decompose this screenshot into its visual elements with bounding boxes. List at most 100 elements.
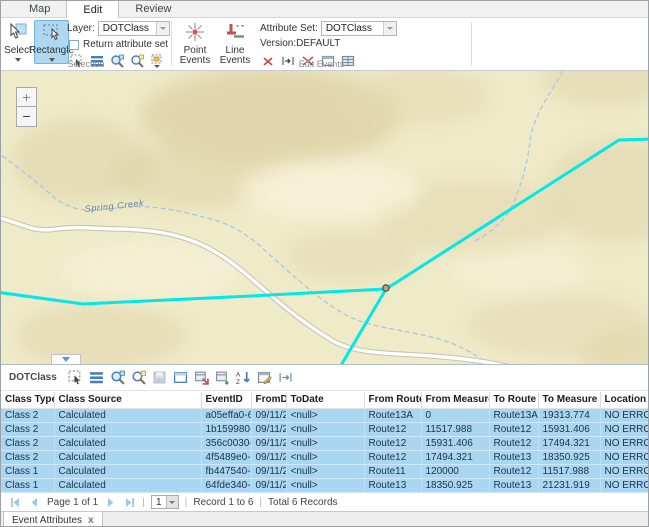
table-cell[interactable]: 0 bbox=[421, 408, 489, 422]
table-cell[interactable]: Route12 bbox=[364, 422, 421, 436]
attribute-set-combobox[interactable]: DOTClass bbox=[321, 21, 397, 36]
table-cell[interactable]: Route12 bbox=[489, 436, 538, 450]
next-page-button[interactable] bbox=[104, 496, 117, 509]
table-cell[interactable]: <null> bbox=[286, 436, 364, 450]
table-cell[interactable]: <null> bbox=[286, 478, 364, 492]
table-cell[interactable]: NO ERROR bbox=[600, 450, 649, 464]
edit-attributes-icon[interactable] bbox=[257, 370, 273, 386]
panel-collapse-tab[interactable] bbox=[51, 354, 81, 364]
tab-review[interactable]: Review bbox=[119, 0, 187, 17]
table-cell[interactable]: 4f5489e0-62f8-11e5-8bc6-ee32641d5ec9 bbox=[201, 450, 251, 464]
column-header[interactable]: To Route Name bbox=[489, 392, 538, 408]
layer-combobox[interactable]: DOTClass bbox=[98, 21, 170, 36]
tab-edit[interactable]: Edit bbox=[66, 0, 119, 18]
point-events-button[interactable]: Point Events bbox=[176, 20, 214, 64]
table-cell[interactable]: Route12 bbox=[489, 464, 538, 478]
table-cell[interactable]: <null> bbox=[286, 464, 364, 478]
column-header[interactable]: ToDate bbox=[286, 392, 364, 408]
attribute-set-combo-arrow-icon[interactable] bbox=[383, 22, 396, 35]
pan-to-selection-icon[interactable] bbox=[131, 370, 147, 386]
tab-event-attributes[interactable]: Event Attributes x bbox=[3, 512, 103, 527]
column-header[interactable]: Location Error bbox=[600, 392, 649, 408]
table-cell[interactable]: Calculated bbox=[54, 450, 201, 464]
table-cell[interactable]: NO ERROR bbox=[600, 422, 649, 436]
table-cell[interactable]: Route12 bbox=[364, 436, 421, 450]
table-cell[interactable]: Route12 bbox=[489, 422, 538, 436]
select-button[interactable]: Select bbox=[3, 20, 33, 64]
table-cell[interactable]: 120000 bbox=[421, 464, 489, 478]
open-table-icon[interactable] bbox=[173, 370, 189, 386]
delete-record-icon[interactable] bbox=[194, 370, 210, 386]
table-row[interactable]: Class 2 Calculated 4f5489e0-62f8-11e5-8b… bbox=[1, 450, 649, 464]
table-cell[interactable]: Class 1 bbox=[1, 464, 54, 478]
table-cell[interactable]: Class 2 bbox=[1, 436, 54, 450]
table-cell[interactable]: fb447540-62f7-11e5-8bc6-ee32641d5ec9 bbox=[201, 464, 251, 478]
select-features-icon[interactable] bbox=[68, 370, 84, 386]
table-cell[interactable]: Route13A bbox=[489, 408, 538, 422]
line-events-button[interactable]: Line Events bbox=[216, 20, 254, 64]
table-row[interactable]: Class 1 Calculated fb447540-62f7-11e5-8b… bbox=[1, 464, 649, 478]
table-cell[interactable]: NO ERROR bbox=[600, 436, 649, 450]
table-cell[interactable]: Route13 bbox=[364, 478, 421, 492]
table-cell[interactable]: 19313.774 bbox=[538, 408, 600, 422]
table-cell[interactable]: Class 2 bbox=[1, 422, 54, 436]
page-selector-arrow-icon[interactable] bbox=[166, 496, 178, 508]
table-cell[interactable]: Route13A bbox=[364, 408, 421, 422]
return-attribute-set-checkbox[interactable] bbox=[69, 40, 79, 50]
table-row[interactable]: Class 2 Calculated 356c0030-62f8-11e5-8b… bbox=[1, 436, 649, 450]
zoom-to-selection-icon[interactable] bbox=[110, 370, 126, 386]
table-cell[interactable]: Calculated bbox=[54, 436, 201, 450]
table-row[interactable]: Class 2 Calculated 1b159980-62f8-11e5-8b… bbox=[1, 422, 649, 436]
table-cell[interactable]: 09/11/2015 bbox=[251, 464, 286, 478]
table-cell[interactable]: Route13 bbox=[489, 450, 538, 464]
column-header[interactable]: From Measure bbox=[421, 392, 489, 408]
previous-page-button[interactable] bbox=[28, 496, 41, 509]
table-cell[interactable]: 15931.406 bbox=[538, 422, 600, 436]
table-cell[interactable]: 64fde340-62f8-11e5-8bc6-ee32641d5ec9 bbox=[201, 478, 251, 492]
table-cell[interactable]: 21231.919 bbox=[538, 478, 600, 492]
column-header[interactable]: Class Source bbox=[54, 392, 201, 408]
table-cell[interactable]: Calculated bbox=[54, 408, 201, 422]
layer-combo-arrow-icon[interactable] bbox=[156, 22, 169, 35]
add-record-icon[interactable] bbox=[215, 370, 231, 386]
column-header[interactable]: Class Type bbox=[1, 392, 54, 408]
table-cell[interactable]: Calculated bbox=[54, 478, 201, 492]
tab-map[interactable]: Map bbox=[13, 0, 66, 17]
table-cell[interactable]: NO ERROR bbox=[600, 464, 649, 478]
table-cell[interactable]: 09/11/2015 bbox=[251, 450, 286, 464]
table-row[interactable]: Class 2 Calculated a05effa0-62f8-11e5-8b… bbox=[1, 408, 649, 422]
save-icon[interactable] bbox=[152, 370, 168, 386]
table-cell[interactable]: 09/11/2015 bbox=[251, 478, 286, 492]
table-cell[interactable]: Route11 bbox=[364, 464, 421, 478]
table-cell[interactable]: 18350.925 bbox=[538, 450, 600, 464]
table-cell[interactable]: Class 2 bbox=[1, 408, 54, 422]
table-row[interactable]: Class 1 Calculated 64fde340-62f8-11e5-8b… bbox=[1, 478, 649, 492]
table-cell[interactable]: 09/11/2015 bbox=[251, 408, 286, 422]
table-cell[interactable]: Route13 bbox=[489, 478, 538, 492]
column-header[interactable]: To Measure bbox=[538, 392, 600, 408]
table-cell[interactable]: 11517.988 bbox=[421, 422, 489, 436]
table-cell[interactable]: Calculated bbox=[54, 464, 201, 478]
table-cell[interactable]: Calculated bbox=[54, 422, 201, 436]
table-cell[interactable]: 17494.321 bbox=[421, 450, 489, 464]
first-page-button[interactable] bbox=[9, 496, 22, 509]
table-cell[interactable]: 356c0030-62f8-11e5-8bc6-ee32641d5ec9 bbox=[201, 436, 251, 450]
rectangle-button[interactable]: Rectangle bbox=[34, 20, 69, 64]
table-cell[interactable]: NO ERROR bbox=[600, 408, 649, 422]
column-header[interactable]: FromDate bbox=[251, 392, 286, 408]
table-cell[interactable]: <null> bbox=[286, 408, 364, 422]
table-cell[interactable]: NO ERROR bbox=[600, 478, 649, 492]
last-page-button[interactable] bbox=[123, 496, 136, 509]
table-cell[interactable]: 17494.321 bbox=[538, 436, 600, 450]
table-cell[interactable]: a05effa0-62f8-11e5-8bc6-ee32641d5ec9 bbox=[201, 408, 251, 422]
table-cell[interactable]: 09/11/2015 bbox=[251, 436, 286, 450]
table-cell[interactable]: 11517.988 bbox=[538, 464, 600, 478]
map-view[interactable]: Spring Creek + − bbox=[1, 71, 649, 364]
table-cell[interactable]: Class 1 bbox=[1, 478, 54, 492]
zoom-out-button[interactable]: − bbox=[16, 107, 37, 127]
page-selector[interactable]: 1 bbox=[151, 495, 179, 509]
close-tab-icon[interactable]: x bbox=[88, 515, 94, 526]
table-cell[interactable]: 18350.925 bbox=[421, 478, 489, 492]
column-header[interactable]: From Route Name bbox=[364, 392, 421, 408]
sort-icon[interactable]: AZ bbox=[236, 370, 252, 386]
